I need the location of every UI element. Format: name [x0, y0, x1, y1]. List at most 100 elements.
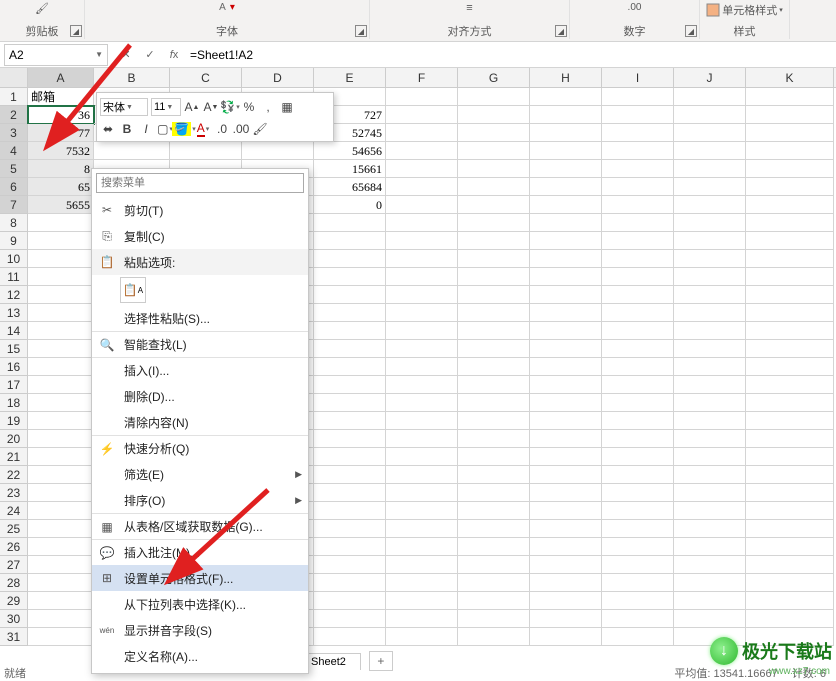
cell[interactable]	[458, 214, 530, 232]
cell[interactable]	[674, 340, 746, 358]
cell[interactable]	[602, 484, 674, 502]
cell[interactable]	[28, 322, 94, 340]
cell[interactable]	[314, 376, 386, 394]
cell[interactable]: 65	[28, 178, 94, 196]
cell[interactable]	[458, 448, 530, 466]
cell[interactable]	[674, 304, 746, 322]
cell[interactable]	[530, 502, 602, 520]
cell[interactable]	[746, 574, 834, 592]
cell[interactable]	[28, 574, 94, 592]
cell[interactable]	[314, 286, 386, 304]
cell[interactable]	[602, 124, 674, 142]
cell[interactable]	[746, 178, 834, 196]
cell-styles-label[interactable]: 单元格样式	[722, 2, 777, 18]
row-header[interactable]: 17	[0, 376, 28, 394]
row-header[interactable]: 30	[0, 610, 28, 628]
cell[interactable]	[314, 232, 386, 250]
cell[interactable]	[530, 484, 602, 502]
cell[interactable]	[602, 574, 674, 592]
decrease-font-icon[interactable]: A▼	[203, 98, 219, 116]
cell[interactable]	[28, 214, 94, 232]
cell[interactable]	[28, 304, 94, 322]
cell[interactable]	[386, 628, 458, 646]
cell[interactable]	[28, 502, 94, 520]
cell[interactable]	[674, 412, 746, 430]
row-header[interactable]: 28	[0, 574, 28, 592]
cell[interactable]	[28, 232, 94, 250]
cell[interactable]	[458, 412, 530, 430]
row-header[interactable]: 6	[0, 178, 28, 196]
cell[interactable]	[28, 520, 94, 538]
cell[interactable]	[386, 592, 458, 610]
cell[interactable]	[746, 304, 834, 322]
increase-font-icon[interactable]: A▲	[184, 98, 200, 116]
cell[interactable]	[314, 214, 386, 232]
cell[interactable]	[458, 304, 530, 322]
cell[interactable]	[746, 286, 834, 304]
cell[interactable]	[386, 88, 458, 106]
cell[interactable]	[314, 358, 386, 376]
row-header[interactable]: 2	[0, 106, 28, 124]
cell[interactable]	[530, 574, 602, 592]
cell[interactable]	[28, 628, 94, 646]
cell[interactable]	[530, 142, 602, 160]
row-header[interactable]: 7	[0, 196, 28, 214]
cell[interactable]	[530, 124, 602, 142]
cell[interactable]	[602, 556, 674, 574]
cell[interactable]	[746, 232, 834, 250]
menu-insert[interactable]: 插入(I)...	[92, 357, 308, 383]
col-header-h[interactable]: H	[530, 68, 602, 87]
cell[interactable]	[386, 268, 458, 286]
cell[interactable]	[602, 610, 674, 628]
row-header[interactable]: 26	[0, 538, 28, 556]
cell[interactable]	[170, 142, 242, 160]
row-header[interactable]: 11	[0, 268, 28, 286]
cell[interactable]	[458, 430, 530, 448]
cell[interactable]	[458, 376, 530, 394]
cell[interactable]	[28, 556, 94, 574]
add-sheet-button[interactable]: +	[369, 651, 393, 671]
cell[interactable]	[314, 538, 386, 556]
cell[interactable]	[458, 322, 530, 340]
col-header-j[interactable]: J	[674, 68, 746, 87]
cell[interactable]	[94, 142, 170, 160]
cell[interactable]	[674, 502, 746, 520]
cell[interactable]	[530, 268, 602, 286]
cell[interactable]	[530, 286, 602, 304]
accounting-format-icon[interactable]: 💱▾	[222, 98, 238, 116]
cell[interactable]	[458, 106, 530, 124]
cell[interactable]	[530, 196, 602, 214]
cell[interactable]	[386, 556, 458, 574]
cell[interactable]: 65684	[314, 178, 386, 196]
cell[interactable]	[314, 574, 386, 592]
clipboard-launcher[interactable]: ◢	[70, 25, 82, 37]
cell[interactable]	[746, 322, 834, 340]
cell[interactable]	[28, 466, 94, 484]
menu-define-name[interactable]: 定义名称(A)...	[92, 643, 308, 669]
cell[interactable]	[746, 502, 834, 520]
cell[interactable]	[458, 160, 530, 178]
menu-smart-lookup[interactable]: 🔍智能查找(L)	[92, 331, 308, 357]
cell[interactable]	[314, 556, 386, 574]
cell[interactable]	[458, 520, 530, 538]
menu-show-pinyin[interactable]: wén显示拼音字段(S)	[92, 617, 308, 643]
row-header[interactable]: 19	[0, 412, 28, 430]
cell[interactable]	[746, 142, 834, 160]
cell[interactable]	[530, 322, 602, 340]
cell[interactable]: 8	[28, 160, 94, 178]
cell[interactable]	[458, 124, 530, 142]
cell[interactable]	[602, 196, 674, 214]
cell[interactable]	[458, 142, 530, 160]
cell[interactable]	[674, 430, 746, 448]
col-header-e[interactable]: E	[314, 68, 386, 87]
cell[interactable]	[746, 394, 834, 412]
cell[interactable]	[530, 160, 602, 178]
cell[interactable]	[314, 502, 386, 520]
cell[interactable]	[386, 160, 458, 178]
cell[interactable]	[602, 142, 674, 160]
cell[interactable]	[458, 502, 530, 520]
cell[interactable]	[314, 322, 386, 340]
cell[interactable]	[602, 214, 674, 232]
cell[interactable]	[602, 358, 674, 376]
cell[interactable]	[602, 628, 674, 646]
